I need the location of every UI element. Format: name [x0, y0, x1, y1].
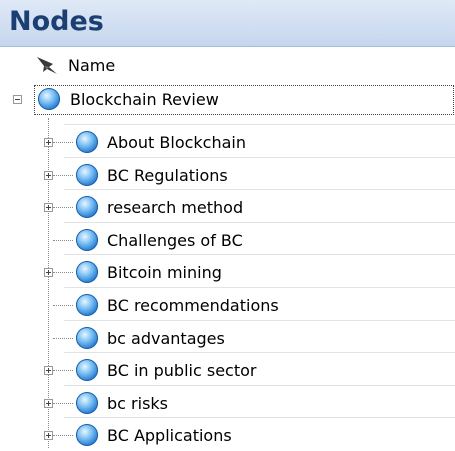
panel-title: Nodes	[9, 6, 104, 37]
tree-node-label: BC in public sector	[107, 361, 257, 380]
tree-connector-branch	[53, 370, 73, 371]
tree-node[interactable]: About Blockchain	[0, 126, 455, 158]
tree-node-label: bc advantages	[107, 329, 225, 348]
node-icon	[76, 164, 98, 186]
expand-toggle[interactable]	[44, 399, 53, 408]
expand-toggle[interactable]	[44, 268, 53, 277]
tree-connector-branch	[53, 175, 73, 176]
panel-header: Nodes	[0, 0, 455, 47]
row-separator	[64, 254, 455, 255]
tree-node-label: Bitcoin mining	[107, 263, 222, 282]
expand-toggle[interactable]	[44, 431, 53, 440]
tree-node[interactable]: Bitcoin mining	[0, 256, 455, 288]
node-icon	[38, 88, 60, 110]
node-icon	[76, 261, 98, 283]
tree-node-label: BC Regulations	[107, 166, 228, 185]
tree-node-label: research method	[107, 198, 244, 217]
tree-connector-branch	[53, 435, 73, 436]
expand-toggle[interactable]	[44, 138, 53, 147]
tree-node-root[interactable]: Blockchain Review	[0, 84, 455, 116]
tree-node[interactable]: BC recommendations	[0, 289, 455, 321]
node-icon	[76, 424, 98, 446]
tree-node-label: Challenges of BC	[107, 231, 243, 250]
row-separator	[64, 352, 455, 353]
row-separator	[64, 320, 455, 321]
row-separator	[64, 287, 455, 288]
tree-node-label: bc risks	[107, 394, 168, 413]
expand-toggle[interactable]	[44, 171, 53, 180]
tree-node[interactable]: BC Applications	[0, 419, 455, 451]
tree-connector-branch	[53, 305, 73, 306]
row-separator	[64, 385, 455, 386]
tree-node[interactable]: Challenges of BC	[0, 224, 455, 256]
tree-node-label: About Blockchain	[107, 133, 246, 152]
tree-node-label: BC recommendations	[107, 296, 279, 315]
node-icon	[76, 359, 98, 381]
row-separator	[64, 157, 455, 158]
tree-connector-branch	[53, 240, 73, 241]
node-icon	[76, 392, 98, 414]
tree-node[interactable]: BC Regulations	[0, 159, 455, 191]
pushpin-icon	[37, 57, 57, 74]
tree-node-label: BC Applications	[107, 426, 232, 445]
column-header[interactable]: Name	[0, 52, 455, 80]
tree-connector-branch	[53, 207, 73, 208]
collapse-toggle[interactable]	[13, 95, 22, 104]
expand-toggle[interactable]	[44, 203, 53, 212]
tree-node[interactable]: BC in public sector	[0, 354, 455, 386]
node-icon	[76, 196, 98, 218]
tree-connector-branch	[53, 272, 73, 273]
tree-node-label: Blockchain Review	[70, 90, 219, 109]
expand-toggle[interactable]	[44, 366, 53, 375]
row-separator	[64, 417, 455, 418]
row-separator	[64, 189, 455, 190]
tree-node[interactable]: bc advantages	[0, 322, 455, 354]
column-name-label: Name	[68, 56, 116, 75]
row-separator	[64, 222, 455, 223]
tree-connector-branch	[53, 338, 73, 339]
node-icon	[76, 131, 98, 153]
tree-node[interactable]: bc risks	[0, 387, 455, 419]
tree-node[interactable]: research method	[0, 191, 455, 223]
row-separator	[64, 124, 455, 125]
node-icon	[76, 229, 98, 251]
node-icon	[76, 294, 98, 316]
tree-connector-branch	[53, 403, 73, 404]
tree-connector-branch	[53, 142, 73, 143]
node-icon	[76, 327, 98, 349]
